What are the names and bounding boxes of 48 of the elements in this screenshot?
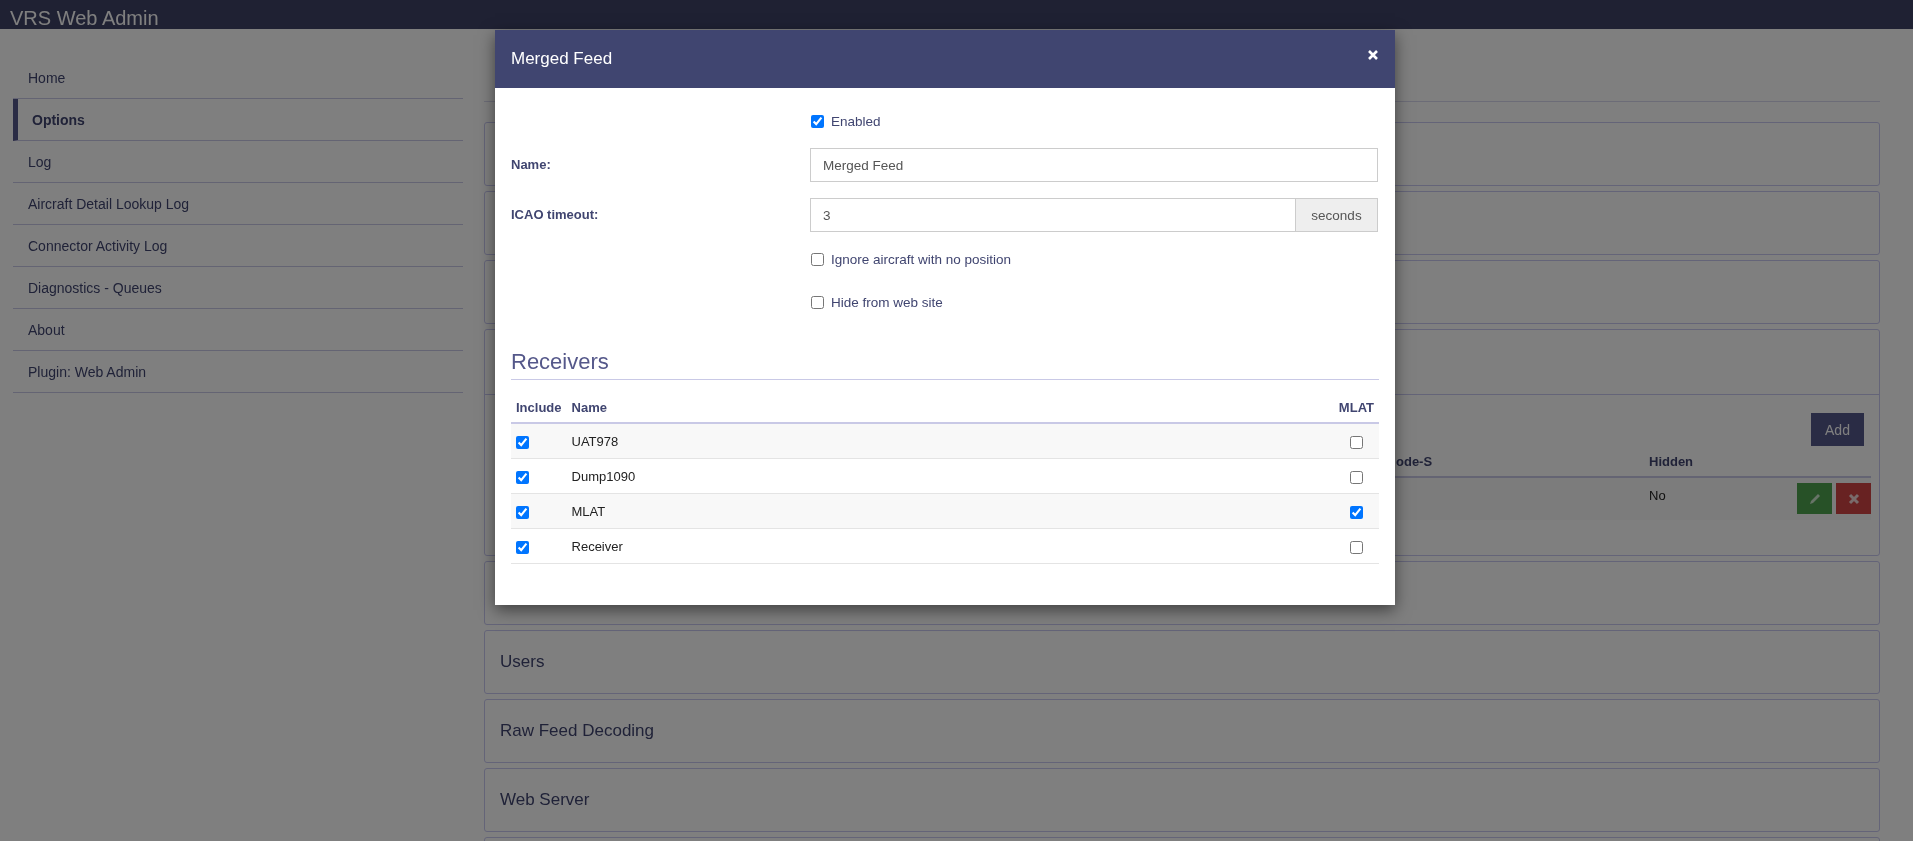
sidebar-item[interactable]: Options bbox=[13, 99, 463, 141]
checkbox[interactable] bbox=[1349, 470, 1363, 484]
column-header: Hidden bbox=[1648, 453, 1695, 469]
checkbox-label: Hide from web site bbox=[831, 294, 943, 310]
checkbox-label: Enabled bbox=[831, 113, 881, 129]
table-cell: Dump1090 bbox=[571, 468, 636, 484]
checkbox-label: Ignore aircraft with no position bbox=[831, 251, 1012, 267]
checkbox[interactable] bbox=[1349, 435, 1363, 449]
section-panel[interactable]: Raw Feed Decoding bbox=[484, 699, 1880, 763]
section-heading: Receivers bbox=[511, 349, 1379, 380]
app-title: VRS Web Admin bbox=[10, 8, 159, 28]
checkbox[interactable] bbox=[811, 295, 824, 309]
field-label: ICAO timeout: bbox=[511, 206, 600, 224]
checkbox[interactable] bbox=[516, 435, 529, 449]
panel-title: Users bbox=[500, 652, 545, 672]
table-cell-text: No bbox=[1648, 487, 1667, 503]
checkbox[interactable] bbox=[811, 252, 824, 266]
sidebar-item[interactable]: Diagnostics - Queues bbox=[13, 267, 463, 309]
checkbox[interactable] bbox=[516, 470, 529, 484]
add-button[interactable]: Add bbox=[1811, 413, 1864, 446]
checkbox[interactable] bbox=[516, 505, 529, 519]
pencil-icon bbox=[1807, 491, 1822, 506]
sidebar-item[interactable]: Home bbox=[13, 57, 463, 99]
column-header: ode-S bbox=[1395, 453, 1434, 469]
panel-title: Raw Feed Decoding bbox=[500, 721, 655, 741]
input-field[interactable]: Merged Feed bbox=[810, 148, 1378, 182]
checkbox[interactable] bbox=[1349, 505, 1363, 519]
close-icon[interactable] bbox=[1367, 49, 1379, 61]
delete-button[interactable] bbox=[1836, 483, 1871, 514]
table-cell: UAT978 bbox=[571, 433, 619, 449]
section-panel[interactable]: Users bbox=[484, 630, 1880, 694]
checkbox[interactable] bbox=[1349, 540, 1363, 554]
checkbox[interactable] bbox=[811, 114, 824, 128]
table-cell: Receiver bbox=[571, 538, 623, 554]
close-icon bbox=[1847, 492, 1860, 505]
section-panel[interactable]: Web Server bbox=[484, 768, 1880, 832]
sidebar-item[interactable]: Aircraft Detail Lookup Log bbox=[13, 183, 463, 225]
sidebar-item[interactable]: Connector Activity Log bbox=[13, 225, 463, 267]
sidebar-item[interactable]: Plugin: Web Admin bbox=[13, 351, 463, 393]
input-field[interactable]: 3 bbox=[810, 198, 1296, 232]
unit-addon: seconds bbox=[1296, 198, 1378, 232]
sidebar-item[interactable]: About bbox=[13, 309, 463, 351]
checkbox[interactable] bbox=[516, 540, 529, 554]
dialog-title: Merged Feed bbox=[511, 49, 613, 69]
table-cell: MLAT bbox=[571, 503, 606, 519]
field-label: Name: bbox=[511, 156, 552, 174]
panel-title: Web Server bbox=[500, 790, 590, 810]
sidebar-item[interactable]: Log bbox=[13, 141, 463, 183]
